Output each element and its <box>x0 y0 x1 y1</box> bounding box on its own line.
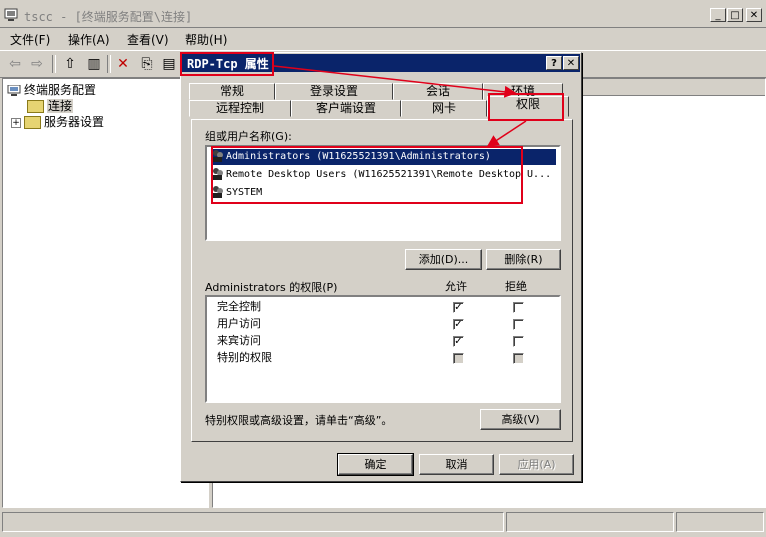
deny-full-control-checkbox[interactable] <box>513 302 524 313</box>
perm-name: 用户访问 <box>217 317 261 330</box>
up-folder-icon[interactable]: ⇧ <box>60 54 80 74</box>
menu-file[interactable]: 文件(F) <box>10 31 50 48</box>
tab-sessions[interactable]: 会话 <box>393 83 483 100</box>
computer-icon <box>7 84 21 96</box>
show-hide-tree-icon[interactable]: ▥ <box>84 54 104 74</box>
allow-header: 允许 <box>445 280 467 293</box>
perm-name: 完全控制 <box>217 300 261 313</box>
allow-user-access-checkbox[interactable]: ✓ <box>453 319 464 330</box>
properties-icon[interactable]: ⎘ <box>137 54 157 74</box>
allow-special-permissions-checkbox <box>453 353 464 364</box>
add-button[interactable]: 添加(D)... <box>405 249 482 270</box>
remove-button[interactable]: 删除(R) <box>486 249 561 270</box>
permissions-list: 完全控制 ✓ 用户访问 ✓ 来宾访问 ✓ 特别的权限 <box>205 295 561 403</box>
menu-view[interactable]: 查看(V) <box>127 31 169 48</box>
main-title-bar: tscc - [终端服务配置\连接] _ □ ✕ <box>0 5 766 28</box>
expand-icon[interactable]: + <box>11 117 21 128</box>
permissions-label: Administrators 的权限(P) <box>205 281 338 294</box>
status-cell <box>676 512 764 532</box>
tab-remote-control[interactable]: 远程控制 <box>189 100 291 117</box>
toolbar-separator <box>107 55 111 73</box>
tree-item-label: 服务器设置 <box>44 115 105 129</box>
maximize-button[interactable]: □ <box>727 8 743 22</box>
tab-general[interactable]: 常规 <box>189 83 275 100</box>
deny-special-permissions-checkbox <box>513 353 524 364</box>
folder-icon <box>24 116 41 129</box>
folder-open-icon <box>27 100 44 113</box>
back-arrow-icon[interactable]: ⇦ <box>5 54 25 74</box>
cancel-button[interactable]: 取消 <box>419 454 494 475</box>
advanced-hint: 特别权限或高级设置，请单击“高级”。 <box>205 414 393 427</box>
perm-name: 特别的权限 <box>217 351 272 364</box>
forward-arrow-icon[interactable]: ⇨ <box>27 54 47 74</box>
tree-item-connections[interactable]: 连接 <box>27 97 74 114</box>
annotation-title-box <box>180 52 274 76</box>
allow-full-control-checkbox[interactable]: ✓ <box>453 302 464 313</box>
apply-button: 应用(A) <box>499 454 574 475</box>
annotation-tab-box <box>488 93 564 121</box>
dialog-close-button[interactable]: ✕ <box>563 56 579 70</box>
deny-header: 拒绝 <box>505 280 527 293</box>
tree-root[interactable]: 终端服务配置 <box>7 81 96 98</box>
tab-network-adapter[interactable]: 网卡 <box>401 100 487 117</box>
ok-button[interactable]: 确定 <box>337 453 414 476</box>
status-cell <box>506 512 674 532</box>
deny-user-access-checkbox[interactable] <box>513 319 524 330</box>
delete-icon[interactable]: ✕ <box>113 54 133 74</box>
minimize-button[interactable]: _ <box>710 8 726 22</box>
close-button[interactable]: ✕ <box>746 8 762 22</box>
status-bar <box>0 510 766 537</box>
help-button[interactable]: ? <box>546 56 562 70</box>
tab-logon-settings[interactable]: 登录设置 <box>275 83 393 100</box>
main-title: tscc - [终端服务配置\连接] <box>24 10 193 24</box>
export-list-icon[interactable]: ▤ <box>159 54 179 74</box>
menu-bar: 文件(F) 操作(A) 查看(V) 帮助(H) <box>0 29 766 49</box>
menu-action[interactable]: 操作(A) <box>68 31 110 48</box>
console-tree: 终端服务配置 连接 + 服务器设置 <box>2 78 209 508</box>
toolbar-separator <box>52 55 56 73</box>
tree-item-label: 连接 <box>47 99 74 113</box>
status-cell <box>2 512 504 532</box>
app-icon <box>4 8 18 21</box>
annotation-users-box <box>211 146 523 204</box>
deny-guest-access-checkbox[interactable] <box>513 336 524 347</box>
tree-root-label: 终端服务配置 <box>24 83 97 97</box>
group-user-label: 组或用户名称(G): <box>205 130 292 143</box>
menu-help[interactable]: 帮助(H) <box>185 31 227 48</box>
tab-client-settings[interactable]: 客户端设置 <box>291 100 401 117</box>
tree-item-server-settings[interactable]: + 服务器设置 <box>11 113 104 130</box>
perm-name: 来宾访问 <box>217 334 261 347</box>
allow-guest-access-checkbox[interactable]: ✓ <box>453 336 464 347</box>
advanced-button[interactable]: 高级(V) <box>480 409 561 430</box>
